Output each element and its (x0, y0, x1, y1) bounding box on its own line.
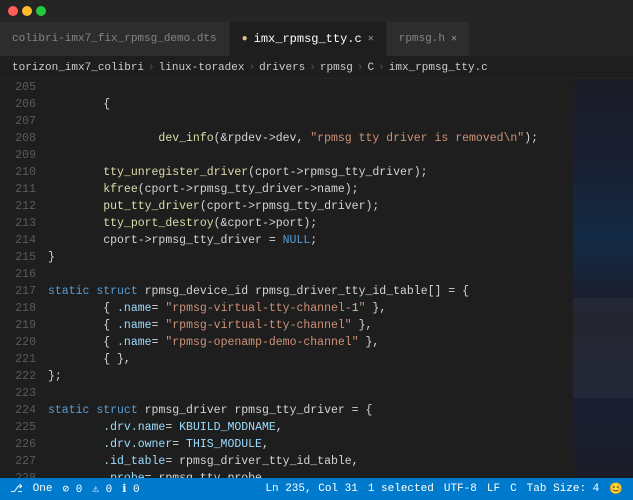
close-traffic-light[interactable] (8, 6, 18, 16)
main-area: 2052062072082092102112122132142152162172… (0, 79, 633, 478)
git-branch-icon: ⎇ (10, 482, 23, 496)
language-label[interactable]: C (510, 483, 517, 495)
traffic-lights (8, 6, 46, 16)
breadcrumb-part-5[interactable]: C (368, 62, 375, 74)
minimap-canvas (573, 79, 633, 478)
code-line-222[interactable]: }; (48, 368, 573, 385)
title-bar (0, 0, 633, 22)
code-line-224[interactable]: static struct rpmsg_driver rpmsg_tty_dri… (48, 402, 573, 419)
tab-dts[interactable]: colibri-imx7_fix_rpmsg_demo.dts (0, 22, 230, 56)
status-bar: ⎇ One ⊘ 0 ⚠ 0 ℹ 0 Ln 235, Col 31 1 selec… (0, 478, 633, 500)
info-count[interactable]: ℹ 0 (122, 482, 139, 496)
code-line-216[interactable] (48, 266, 573, 283)
code-line-223[interactable] (48, 385, 573, 402)
code-line-207[interactable] (48, 113, 573, 130)
code-line-205[interactable] (48, 79, 573, 96)
breadcrumb-sep-3: › (309, 62, 316, 74)
code-line-214[interactable]: cport->rpmsg_tty_driver = NULL; (48, 232, 573, 249)
tab-h[interactable]: rpmsg.h ✕ (387, 22, 470, 56)
breadcrumb-part-2[interactable]: linux-toradex (159, 62, 245, 74)
code-line-213[interactable]: tty_port_destroy(&cport->port); (48, 215, 573, 232)
code-line-208[interactable]: dev_info(&rpdev->dev, "rpmsg tty driver … (48, 130, 573, 147)
minimize-traffic-light[interactable] (22, 6, 32, 16)
selection-info[interactable]: 1 selected (368, 483, 434, 495)
warning-count[interactable]: ⚠ 0 (92, 482, 112, 496)
status-right: Ln 235, Col 31 1 selected UTF-8 LF C Tab… (265, 482, 623, 496)
breadcrumb-part-1[interactable]: torizon_imx7_colibri (12, 62, 144, 74)
code-line-209[interactable] (48, 147, 573, 164)
breadcrumb-part-6[interactable]: imx_rpmsg_tty.c (389, 62, 488, 74)
code-line-225[interactable]: .drv.name= KBUILD_MODNAME, (48, 419, 573, 436)
feedback-icon[interactable]: 😊 (609, 482, 623, 496)
breadcrumb-part-4[interactable]: rpmsg (320, 62, 353, 74)
minimap[interactable] (573, 79, 633, 478)
tab-dts-label: colibri-imx7_fix_rpmsg_demo.dts (12, 33, 217, 45)
tab-h-close[interactable]: ✕ (451, 33, 457, 45)
line-numbers: 2052062072082092102112122132142152162172… (0, 79, 44, 478)
breadcrumb-sep-5: › (378, 62, 385, 74)
breadcrumb-sep-4: › (357, 62, 364, 74)
breadcrumb: torizon_imx7_colibri › linux-toradex › d… (0, 57, 633, 79)
code-line-219[interactable]: { .name= "rpmsg-virtual-tty-channel" }, (48, 317, 573, 334)
breadcrumb-sep-2: › (248, 62, 255, 74)
code-line-206[interactable]: { (48, 96, 573, 113)
code-line-228[interactable]: .probe= rpmsg_tty_probe, (48, 470, 573, 478)
editor-area[interactable]: 2052062072082092102112122132142152162172… (0, 79, 633, 478)
code-line-218[interactable]: { .name= "rpmsg-virtual-tty-channel-1" }… (48, 300, 573, 317)
code-line-212[interactable]: put_tty_driver(cport->rpmsg_tty_driver); (48, 198, 573, 215)
cursor-position[interactable]: Ln 235, Col 31 (265, 483, 357, 495)
tab-h-label: rpmsg.h (399, 33, 445, 45)
breadcrumb-part-3[interactable]: drivers (259, 62, 305, 74)
maximize-traffic-light[interactable] (36, 6, 46, 16)
code-line-217[interactable]: static struct rpmsg_device_id rpmsg_driv… (48, 283, 573, 300)
error-count[interactable]: ⊘ 0 (63, 482, 83, 496)
tab-size-label[interactable]: Tab Size: 4 (527, 483, 600, 495)
tab-tty[interactable]: ● imx_rpmsg_tty.c ✕ (230, 22, 387, 56)
code-content[interactable]: { dev_info(&rpdev->dev, "rpmsg tty drive… (44, 79, 573, 478)
breadcrumb-sep-1: › (148, 62, 155, 74)
code-line-227[interactable]: .id_table= rpmsg_driver_tty_id_table, (48, 453, 573, 470)
git-branch-label[interactable]: One (33, 483, 53, 495)
code-line-220[interactable]: { .name= "rpmsg-openamp-demo-channel" }, (48, 334, 573, 351)
code-line-226[interactable]: .drv.owner= THIS_MODULE, (48, 436, 573, 453)
tab-tty-close[interactable]: ✕ (368, 33, 374, 45)
code-line-210[interactable]: tty_unregister_driver(cport->rpmsg_tty_d… (48, 164, 573, 181)
tab-tty-icon: ● (242, 34, 248, 45)
encoding-label[interactable]: UTF-8 (444, 483, 477, 495)
tab-bar: colibri-imx7_fix_rpmsg_demo.dts ● imx_rp… (0, 22, 633, 57)
code-line-211[interactable]: kfree(cport->rpmsg_tty_driver->name); (48, 181, 573, 198)
code-line-215[interactable]: } (48, 249, 573, 266)
minimap-highlight (573, 298, 633, 398)
eol-label[interactable]: LF (487, 483, 500, 495)
code-line-221[interactable]: { }, (48, 351, 573, 368)
tab-tty-label: imx_rpmsg_tty.c (254, 32, 362, 46)
status-left: ⎇ One ⊘ 0 ⚠ 0 ℹ 0 (10, 482, 140, 496)
